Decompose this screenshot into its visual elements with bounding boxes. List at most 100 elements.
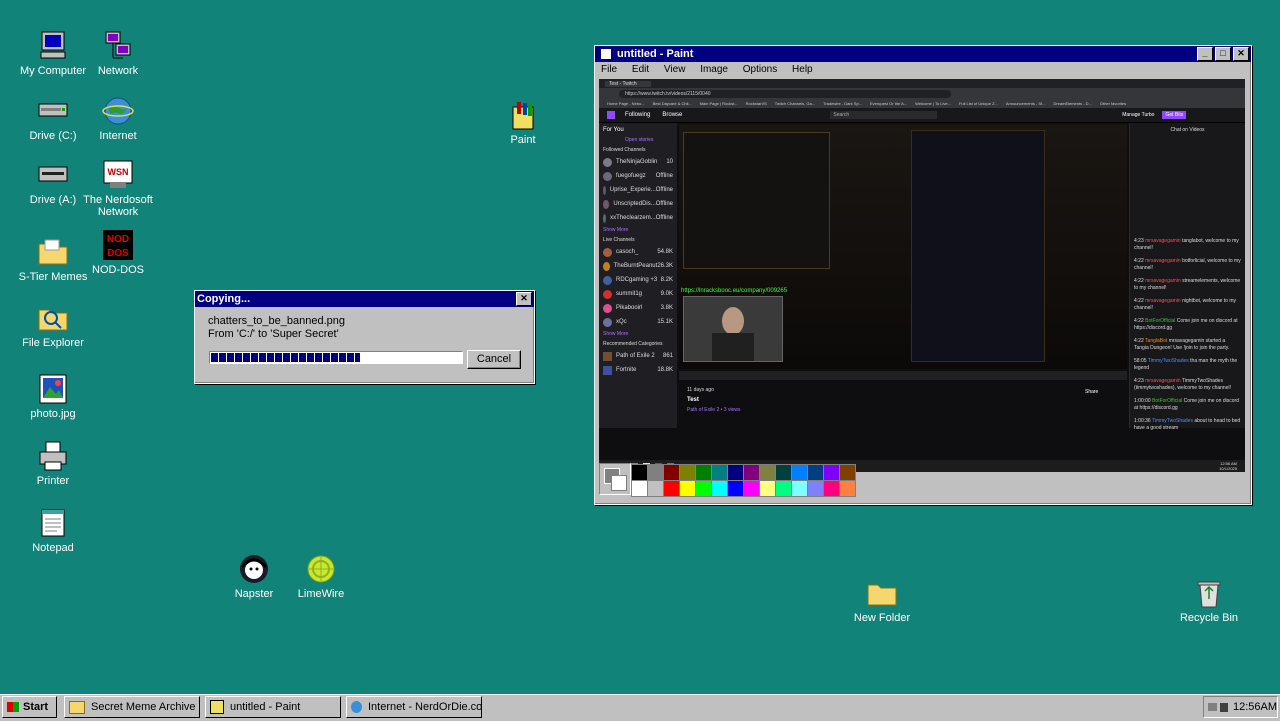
color-swatch[interactable]	[743, 480, 760, 497]
close-button[interactable]: ✕	[1233, 47, 1249, 61]
live-channel[interactable]: Pikabooirl 3.8K	[603, 301, 673, 315]
color-swatch[interactable]	[711, 464, 728, 481]
color-swatch[interactable]	[631, 464, 648, 481]
followed-channel[interactable]: Uprise_Experie... Offline	[603, 183, 673, 197]
menu-image[interactable]: Image	[700, 64, 728, 75]
close-button[interactable]: ✕	[516, 292, 532, 306]
color-swatch[interactable]	[631, 480, 648, 497]
bookmark[interactable]: Other favorites	[1100, 101, 1126, 106]
color-swatch[interactable]	[647, 464, 664, 481]
followed-channel[interactable]: UnscriptedDis... Offline	[603, 197, 673, 211]
color-swatch[interactable]	[839, 480, 856, 497]
paint-canvas[interactable]: Test - Twitch https://www.twitch.tv/vide…	[599, 79, 1245, 486]
share-button[interactable]: Share	[1085, 389, 1098, 395]
twitch-logo-icon[interactable]	[607, 111, 615, 119]
url-field[interactable]: https://www.twitch.tv/videos/2115/0040	[619, 89, 951, 98]
show-more-link[interactable]: Show More	[603, 331, 673, 337]
bookmark[interactable]: DreamElements - D...	[1053, 101, 1091, 106]
paint-titlebar[interactable]: untitled - Paint _ □ ✕	[595, 46, 1251, 62]
bookmark[interactable]: Everquest Or the A...	[870, 101, 907, 106]
cancel-button[interactable]: Cancel	[467, 350, 521, 369]
menu-view[interactable]: View	[664, 64, 686, 75]
taskbar-item-internet[interactable]: Internet - NerdOrDie.com	[346, 696, 482, 718]
desktop-icon-internet[interactable]: Internet	[78, 95, 158, 142]
color-swatch[interactable]	[679, 464, 696, 481]
color-swatch[interactable]	[823, 480, 840, 497]
color-swatch[interactable]	[663, 464, 680, 481]
network-tray-icon[interactable]	[1208, 703, 1218, 711]
bookmark[interactable]: Tradewire - Dark Sp...	[823, 101, 862, 106]
taskbar-item-paint[interactable]: untitled - Paint	[205, 696, 341, 718]
color-swatch[interactable]	[759, 464, 776, 481]
current-color-box[interactable]	[599, 463, 631, 495]
color-swatch[interactable]	[663, 480, 680, 497]
color-swatch[interactable]	[791, 464, 808, 481]
desktop-icon-nod-dos[interactable]: NOD DOS NOD-DOS	[78, 229, 158, 276]
color-swatch[interactable]	[695, 480, 712, 497]
browser-tab[interactable]: Test - Twitch	[605, 80, 651, 87]
desktop-icon-limewire[interactable]: LimeWire	[281, 553, 361, 600]
color-swatch[interactable]	[727, 480, 744, 497]
menu-help[interactable]: Help	[792, 64, 813, 75]
desktop-icon-printer[interactable]: Printer	[13, 440, 93, 487]
color-swatch[interactable]	[839, 464, 856, 481]
followed-channel[interactable]: fuegofuegz Offline	[603, 169, 673, 183]
volume-icon[interactable]	[1220, 702, 1228, 712]
color-swatch[interactable]	[759, 480, 776, 497]
bookmark[interactable]: Welcome | To Live...	[915, 101, 951, 106]
color-swatch[interactable]	[647, 480, 664, 497]
color-swatch[interactable]	[695, 464, 712, 481]
start-button[interactable]: Start	[2, 696, 57, 718]
nav-following[interactable]: Following	[625, 112, 650, 118]
followed-channel[interactable]: xxTheclearzem... Offline	[603, 211, 673, 225]
get-bits-button[interactable]: Get Bits	[1162, 111, 1187, 119]
desktop-icon-notepad[interactable]: Notepad	[13, 507, 93, 554]
color-swatch[interactable]	[727, 464, 744, 481]
color-swatch[interactable]	[823, 464, 840, 481]
live-channel[interactable]: summit1g 9.0K	[603, 287, 673, 301]
desktop-icon-new-folder[interactable]: New Folder	[842, 577, 922, 624]
recommended-category[interactable]: Fortnite 18.8K	[603, 363, 673, 377]
bookmark[interactable]: Main Page | Rockst...	[700, 101, 738, 106]
minimize-button[interactable]: _	[1197, 47, 1213, 61]
video-meta[interactable]: Path of Exile 2 • 3 views	[687, 407, 740, 413]
copy-dialog-titlebar[interactable]: Copying... ✕	[195, 291, 534, 307]
bookmark[interactable]: Full List of Unique Z...	[959, 101, 998, 106]
desktop-icon-nerdosoft[interactable]: WSN The Nerdosoft Network	[78, 159, 158, 218]
color-swatch[interactable]	[711, 480, 728, 497]
color-swatch[interactable]	[679, 480, 696, 497]
maximize-button[interactable]: □	[1215, 47, 1231, 61]
bookmark[interactable]: Twitch Channels, Ga...	[775, 101, 815, 106]
recommended-category[interactable]: Path of Exile 2 861	[603, 349, 673, 363]
followed-channel[interactable]: TheNinjaGoblin 10	[603, 155, 673, 169]
color-swatch[interactable]	[775, 464, 792, 481]
desktop-icon-photo[interactable]: photo.jpg	[13, 373, 93, 420]
color-swatch[interactable]	[791, 480, 808, 497]
desktop-icon-network[interactable]: Network	[78, 30, 158, 77]
nav-browse[interactable]: Browse	[662, 112, 682, 118]
twitch-search-input[interactable]: Search	[830, 111, 938, 119]
color-swatch[interactable]	[807, 464, 824, 481]
bookmark[interactable]: Home Page - Nebo...	[607, 101, 645, 106]
live-channel[interactable]: TheBurntPeanut 26.3K	[603, 259, 673, 273]
menu-edit[interactable]: Edit	[632, 64, 649, 75]
color-swatch[interactable]	[807, 480, 824, 497]
live-channel[interactable]: xQc 15.1K	[603, 315, 673, 329]
desktop-icon-recycle-bin[interactable]: Recycle Bin	[1169, 577, 1249, 624]
live-channel[interactable]: casoch_ 54.8K	[603, 245, 673, 259]
desktop-icon-paint[interactable]: Paint	[483, 99, 563, 146]
open-stories-link[interactable]: Open stories	[625, 137, 673, 143]
color-swatch[interactable]	[775, 480, 792, 497]
live-channel[interactable]: RDCgaming +3 8.2K	[603, 273, 673, 287]
manage-turbo-button[interactable]: Manage Turbo	[1122, 112, 1154, 118]
show-more-link[interactable]: Show More	[603, 227, 673, 233]
bookmark[interactable]: Best Daycare & Chil...	[653, 101, 692, 106]
desktop-icon-file-explorer[interactable]: File Explorer	[13, 302, 93, 349]
menu-options[interactable]: Options	[743, 64, 777, 75]
video-player[interactable]: https://lnracksbooc.eu/company/009265	[679, 124, 1127, 369]
bookmark[interactable]: RockstarVS	[746, 101, 767, 106]
color-swatch[interactable]	[743, 464, 760, 481]
bookmark[interactable]: Announcements - St...	[1006, 101, 1046, 106]
taskbar-item-secret-meme-archive[interactable]: Secret Meme Archive	[64, 696, 200, 718]
menu-file[interactable]: File	[601, 64, 617, 75]
